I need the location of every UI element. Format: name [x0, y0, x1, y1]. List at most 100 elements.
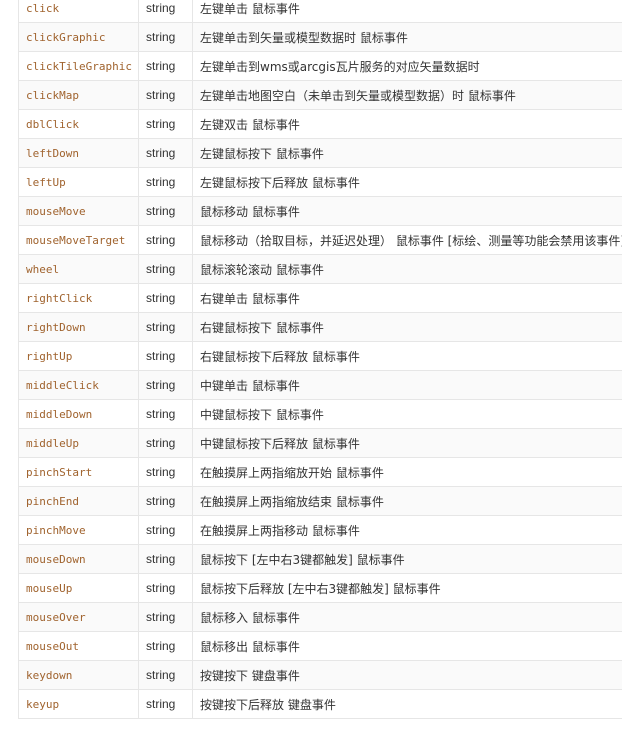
- event-name-cell: middleUp: [18, 428, 139, 458]
- event-table-body: click string 左键单击 鼠标事件 clickGraphic string 左键…: [18, 0, 622, 719]
- event-description-cell: 在触摸屏上两指移动 鼠标事件: [192, 515, 622, 545]
- event-type-cell: string: [138, 631, 193, 661]
- event-description-cell: 左键鼠标按下 鼠标事件: [192, 138, 622, 168]
- event-name-cell: clickMap: [18, 80, 139, 110]
- event-name-cell: rightClick: [18, 283, 139, 313]
- table-row: rightUp string 右键鼠标按下后释放 鼠标事件: [18, 341, 622, 371]
- event-type-cell: string: [138, 109, 193, 139]
- event-type-cell: string: [138, 573, 193, 603]
- event-type-cell: string: [138, 689, 193, 719]
- event-description-cell: 按键按下后释放 键盘事件: [192, 689, 622, 719]
- event-name-cell: leftDown: [18, 138, 139, 168]
- event-name-cell: mouseUp: [18, 573, 139, 603]
- event-name-cell: middleClick: [18, 370, 139, 400]
- event-description-cell: 中键鼠标按下后释放 鼠标事件: [192, 428, 622, 458]
- event-type-cell: string: [138, 283, 193, 313]
- table-row: mouseDown string 鼠标按下 [左中右3键都触发] 鼠标事件: [18, 544, 622, 574]
- event-description-cell: 鼠标移动（拾取目标，并延迟处理） 鼠标事件 [标绘、测量等功能会禁用该事件]: [192, 225, 622, 255]
- table-row: leftDown string 左键鼠标按下 鼠标事件: [18, 138, 622, 168]
- event-type-cell: string: [138, 254, 193, 284]
- event-type-cell: string: [138, 0, 193, 23]
- event-name-cell: pinchMove: [18, 515, 139, 545]
- event-name-cell: clickTileGraphic: [18, 51, 139, 81]
- event-name-cell: dblClick: [18, 109, 139, 139]
- event-type-cell: string: [138, 138, 193, 168]
- table-row: pinchStart string 在触摸屏上两指缩放开始 鼠标事件: [18, 457, 622, 487]
- table-row: keyup string 按键按下后释放 键盘事件: [18, 689, 622, 719]
- event-name-cell: click: [18, 0, 139, 23]
- event-description-cell: 鼠标滚轮滚动 鼠标事件: [192, 254, 622, 284]
- event-type-cell: string: [138, 225, 193, 255]
- event-type-cell: string: [138, 602, 193, 632]
- event-name-cell: mouseMove: [18, 196, 139, 226]
- event-description-cell: 中键单击 鼠标事件: [192, 370, 622, 400]
- event-description-cell: 左键单击地图空白（未单击到矢量或模型数据）时 鼠标事件: [192, 80, 622, 110]
- event-description-cell: 鼠标按下后释放 [左中右3键都触发] 鼠标事件: [192, 573, 622, 603]
- event-name-cell: pinchEnd: [18, 486, 139, 516]
- table-row: leftUp string 左键鼠标按下后释放 鼠标事件: [18, 167, 622, 197]
- event-name-cell: pinchStart: [18, 457, 139, 487]
- event-type-cell: string: [138, 312, 193, 342]
- table-row: rightClick string 右键单击 鼠标事件: [18, 283, 622, 313]
- event-description-cell: 右键鼠标按下后释放 鼠标事件: [192, 341, 622, 371]
- table-row: mouseMove string 鼠标移动 鼠标事件: [18, 196, 622, 226]
- event-name-cell: mouseOut: [18, 631, 139, 661]
- table-row: middleDown string 中键鼠标按下 鼠标事件: [18, 399, 622, 429]
- table-row: middleClick string 中键单击 鼠标事件: [18, 370, 622, 400]
- table-row: mouseMoveTarget string 鼠标移动（拾取目标，并延迟处理） 鼠标…: [18, 225, 622, 255]
- event-name-cell: middleDown: [18, 399, 139, 429]
- event-name-cell: leftUp: [18, 167, 139, 197]
- event-type-cell: string: [138, 22, 193, 52]
- event-type-cell: string: [138, 80, 193, 110]
- table-row: pinchEnd string 在触摸屏上两指缩放结束 鼠标事件: [18, 486, 622, 516]
- event-description-cell: 左键鼠标按下后释放 鼠标事件: [192, 167, 622, 197]
- event-table-container: click string 左键单击 鼠标事件 clickGraphic string 左键…: [0, 0, 622, 735]
- event-type-cell: string: [138, 544, 193, 574]
- table-row: wheel string 鼠标滚轮滚动 鼠标事件: [18, 254, 622, 284]
- table-row: rightDown string 右键鼠标按下 鼠标事件: [18, 312, 622, 342]
- table-row: clickTileGraphic string 左键单击到wms或arcgis瓦片服…: [18, 51, 622, 81]
- event-description-cell: 左键双击 鼠标事件: [192, 109, 622, 139]
- event-description-cell: 右键单击 鼠标事件: [192, 283, 622, 313]
- event-description-cell: 在触摸屏上两指缩放开始 鼠标事件: [192, 457, 622, 487]
- event-name-cell: clickGraphic: [18, 22, 139, 52]
- table-row: click string 左键单击 鼠标事件: [18, 0, 622, 23]
- event-name-cell: keyup: [18, 689, 139, 719]
- event-description-cell: 鼠标移出 鼠标事件: [192, 631, 622, 661]
- event-type-cell: string: [138, 370, 193, 400]
- event-description-cell: 左键单击到wms或arcgis瓦片服务的对应矢量数据时: [192, 51, 622, 81]
- event-name-cell: mouseMoveTarget: [18, 225, 139, 255]
- event-type-cell: string: [138, 486, 193, 516]
- event-name-cell: rightUp: [18, 341, 139, 371]
- event-description-cell: 在触摸屏上两指缩放结束 鼠标事件: [192, 486, 622, 516]
- event-description-cell: 右键鼠标按下 鼠标事件: [192, 312, 622, 342]
- event-type-cell: string: [138, 515, 193, 545]
- event-name-cell: rightDown: [18, 312, 139, 342]
- table-row: mouseOut string 鼠标移出 鼠标事件: [18, 631, 622, 661]
- event-name-cell: mouseOver: [18, 602, 139, 632]
- event-name-cell: keydown: [18, 660, 139, 690]
- event-type-cell: string: [138, 196, 193, 226]
- event-type-cell: string: [138, 51, 193, 81]
- table-row: mouseUp string 鼠标按下后释放 [左中右3键都触发] 鼠标事件: [18, 573, 622, 603]
- table-row: dblClick string 左键双击 鼠标事件: [18, 109, 622, 139]
- event-name-cell: mouseDown: [18, 544, 139, 574]
- event-description-cell: 中键鼠标按下 鼠标事件: [192, 399, 622, 429]
- event-type-cell: string: [138, 660, 193, 690]
- event-type-cell: string: [138, 457, 193, 487]
- event-description-cell: 按键按下 键盘事件: [192, 660, 622, 690]
- event-name-cell: wheel: [18, 254, 139, 284]
- event-description-cell: 鼠标移动 鼠标事件: [192, 196, 622, 226]
- event-description-cell: 鼠标按下 [左中右3键都触发] 鼠标事件: [192, 544, 622, 574]
- event-description-cell: 左键单击 鼠标事件: [192, 0, 622, 23]
- table-row: clickGraphic string 左键单击到矢量或模型数据时 鼠标事件: [18, 22, 622, 52]
- event-table: click string 左键单击 鼠标事件 clickGraphic string 左键…: [18, 0, 622, 719]
- table-row: mouseOver string 鼠标移入 鼠标事件: [18, 602, 622, 632]
- table-row: middleUp string 中键鼠标按下后释放 鼠标事件: [18, 428, 622, 458]
- event-type-cell: string: [138, 399, 193, 429]
- table-row: pinchMove string 在触摸屏上两指移动 鼠标事件: [18, 515, 622, 545]
- table-row: clickMap string 左键单击地图空白（未单击到矢量或模型数据）时 鼠标事…: [18, 80, 622, 110]
- event-type-cell: string: [138, 167, 193, 197]
- event-type-cell: string: [138, 341, 193, 371]
- event-type-cell: string: [138, 428, 193, 458]
